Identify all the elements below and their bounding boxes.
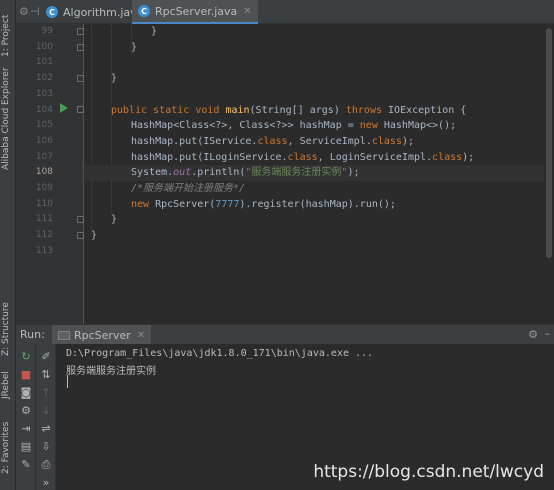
line-number: 111 xyxy=(35,214,53,225)
layout-icon[interactable]: ▤ xyxy=(19,440,33,454)
scrollbar-thumb[interactable] xyxy=(546,28,552,258)
line-number: 105 xyxy=(35,120,53,131)
fold-marker-icon[interactable] xyxy=(77,216,84,223)
hide-icon[interactable]: ⊣ xyxy=(30,5,40,18)
code-line-111: } xyxy=(111,214,118,226)
left-tool-strip: 1: Project Alibaba Cloud Explorer Z: Str… xyxy=(0,0,16,490)
edit-config-icon[interactable]: ✐ xyxy=(39,350,53,364)
editor-tab-bar: ⚙ ⊣ C Algorithm.java ✕ C RpcServer.java … xyxy=(16,0,554,24)
run-panel-header: Run: RpcServer ✕ ⚙ – xyxy=(16,324,554,345)
fold-marker-icon[interactable] xyxy=(77,75,84,82)
line-number: 109 xyxy=(35,183,53,193)
settings-icon[interactable]: ⚙ xyxy=(19,404,33,418)
indent-guide xyxy=(91,24,92,234)
line-number: 102 xyxy=(35,73,53,84)
line-number: 113 xyxy=(35,245,53,256)
code-line-102: } xyxy=(111,73,118,85)
code-line-108-current: System.out.println("服务端服务注册实例"); xyxy=(85,165,554,181)
line-number: 107 xyxy=(35,151,53,162)
code-line-99: } xyxy=(151,26,158,37)
run-toolbar-primary: ↻ ■ ◙ ⚙ ⇥ ▤ ✎ xyxy=(16,344,36,490)
run-panel-title: Run: xyxy=(20,328,45,341)
console-caret xyxy=(67,375,68,388)
line-number: 100 xyxy=(35,41,53,52)
line-number: 112 xyxy=(35,230,53,241)
java-class-icon: C xyxy=(138,5,150,17)
run-tab-label: RpcServer xyxy=(74,328,131,342)
indent-guide xyxy=(111,24,112,214)
tab-label: RpcServer.java xyxy=(155,4,238,18)
console-icon xyxy=(58,330,70,340)
print-icon[interactable]: ⎙ xyxy=(39,458,53,472)
code-editor[interactable]: 99 100 101 102 103 104 105 106 107 108 1… xyxy=(16,24,554,324)
run-toolbar-secondary: ✐ ⇅ ↑ ↓ ⇌ ⇩ ⎙ » xyxy=(36,344,56,490)
cloud-explorer-tool-tab[interactable]: Alibaba Cloud Explorer xyxy=(1,67,15,170)
gear-icon[interactable]: ⚙ xyxy=(528,328,538,341)
line-number: 110 xyxy=(35,198,53,209)
line-number: 104 xyxy=(35,104,53,115)
code-line-104: public static void main(String[] args) t… xyxy=(111,104,467,116)
line-number: 99 xyxy=(41,26,53,36)
code-line-109: /*服务端开始注册服务*/ xyxy=(131,183,246,194)
line-number: 103 xyxy=(35,88,53,99)
java-class-icon: C xyxy=(46,6,58,18)
project-tool-tab[interactable]: 1: Project xyxy=(1,8,15,64)
line-number: 106 xyxy=(35,135,53,146)
tab-rpcserver-java[interactable]: C RpcServer.java ✕ xyxy=(132,0,258,24)
sort-icon[interactable]: ⇅ xyxy=(39,368,53,382)
editor-scrollbar[interactable] xyxy=(544,24,554,324)
fold-marker-icon[interactable] xyxy=(77,232,84,239)
close-icon[interactable]: ✕ xyxy=(243,6,251,17)
rerun-icon[interactable]: ↻ xyxy=(19,350,33,364)
pin-icon[interactable]: ✎ xyxy=(19,458,33,472)
down-arrow-icon[interactable]: ↓ xyxy=(39,404,53,418)
watermark: https://blog.csdn.net/lwcyd xyxy=(313,462,544,482)
code-line-112: } xyxy=(91,230,98,242)
fold-marker-icon[interactable] xyxy=(77,28,84,35)
scroll-to-end-icon[interactable]: ⇩ xyxy=(39,440,53,454)
jrebel-tool-tab[interactable]: JRebel xyxy=(1,368,15,402)
code-line-105: HashMap<Class<?>, Class<?>> hashMap = ne… xyxy=(131,120,457,132)
soft-wrap-icon[interactable]: ⇌ xyxy=(39,422,53,436)
structure-tool-tab[interactable]: Z: Structure xyxy=(1,300,15,358)
line-number-current: 108 xyxy=(35,167,53,178)
exit-icon[interactable]: ⇥ xyxy=(19,422,33,436)
gear-icon[interactable]: ⚙ xyxy=(19,5,29,18)
console-output[interactable]: D:\Program_Files\java\jdk1.8.0_171\bin\j… xyxy=(56,344,554,490)
code-line-106: hashMap.put(IService.class, ServiceImpl.… xyxy=(131,135,414,147)
favorites-tool-tab[interactable]: 2: Favorites xyxy=(1,420,15,476)
more-icon[interactable]: » xyxy=(39,476,53,490)
code-line-107: hashMap.put(ILoginService.class, LoginSe… xyxy=(131,151,475,163)
console-line: 服务端服务注册实例 xyxy=(66,366,156,377)
code-line-100: } xyxy=(131,41,138,53)
up-arrow-icon[interactable]: ↑ xyxy=(39,386,53,400)
run-tab-rpcserver[interactable]: RpcServer ✕ xyxy=(52,325,152,345)
code-line-110: new RpcServer(7777).register(hashMap).ru… xyxy=(131,198,396,210)
camera-icon[interactable]: ◙ xyxy=(19,386,33,400)
close-icon[interactable]: ✕ xyxy=(137,330,145,341)
console-line: D:\Program_Files\java\jdk1.8.0_171\bin\j… xyxy=(66,348,374,359)
fold-marker-icon[interactable] xyxy=(77,44,84,51)
fold-marker-icon[interactable] xyxy=(77,106,84,113)
minimize-icon[interactable]: – xyxy=(545,327,551,340)
line-gutter: 99 100 101 102 103 104 105 106 107 108 1… xyxy=(16,24,84,324)
line-number: 101 xyxy=(35,57,53,68)
run-gutter-icon[interactable] xyxy=(60,103,68,113)
stop-icon[interactable]: ■ xyxy=(19,368,33,382)
